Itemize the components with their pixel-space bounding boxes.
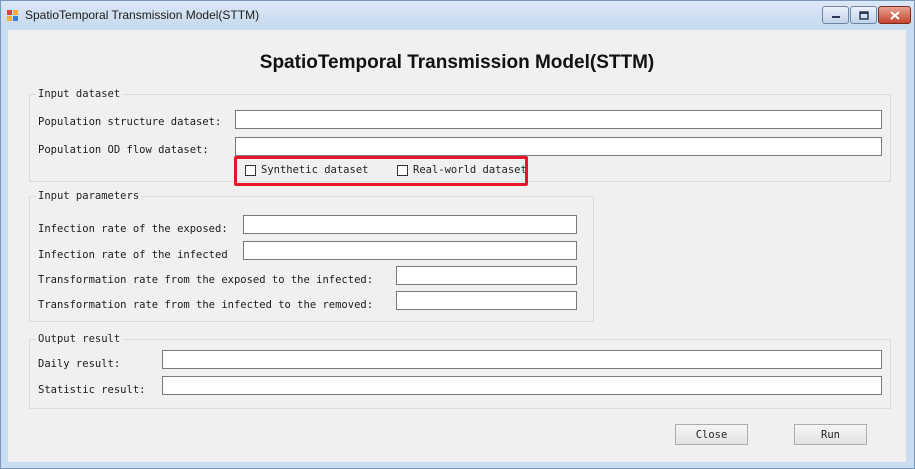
statistic-result-input[interactable] — [162, 376, 882, 395]
transform-exposed-label: Transformation rate from the exposed to … — [38, 274, 374, 286]
window-title: SpatioTemporal Transmission Model(STTM) — [25, 8, 260, 22]
title-bar[interactable]: SpatioTemporal Transmission Model(STTM) — [1, 1, 914, 29]
daily-result-label: Daily result: — [38, 358, 121, 370]
infection-infected-label: Infection rate of the infected — [38, 249, 228, 261]
app-window: SpatioTemporal Transmission Model(STTM) … — [0, 0, 915, 469]
transform-exposed-input[interactable] — [396, 266, 577, 285]
population-od-label: Population OD flow dataset: — [38, 144, 209, 156]
transform-infected-input[interactable] — [396, 291, 577, 310]
minimize-button[interactable] — [822, 6, 849, 24]
input-dataset-legend: Input dataset — [36, 88, 123, 101]
minimize-icon — [831, 16, 840, 18]
close-window-button[interactable] — [878, 6, 911, 24]
realworld-checkbox-label: Real-world dataset — [413, 164, 527, 176]
population-structure-label: Population structure dataset: — [38, 116, 222, 128]
input-parameters-legend: Input parameters — [36, 190, 142, 203]
synthetic-dataset-checkbox[interactable]: Synthetic dataset — [245, 164, 368, 176]
maximize-button[interactable] — [850, 6, 877, 24]
synthetic-checkbox-box[interactable] — [245, 164, 256, 176]
population-structure-input[interactable] — [235, 110, 882, 129]
output-result-legend: Output result — [36, 333, 123, 346]
transform-infected-label: Transformation rate from the infected to… — [38, 299, 374, 311]
run-button[interactable]: Run — [794, 424, 867, 445]
page-title: SpatioTemporal Transmission Model(STTM) — [259, 52, 655, 73]
realworld-checkbox-box[interactable] — [397, 164, 408, 176]
realworld-dataset-checkbox[interactable]: Real-world dataset — [397, 164, 527, 176]
close-icon — [889, 10, 900, 20]
app-icon — [7, 10, 19, 21]
infection-exposed-label: Infection rate of the exposed: — [38, 223, 228, 235]
statistic-result-label: Statistic result: — [38, 384, 146, 396]
close-button[interactable]: Close — [675, 424, 748, 445]
population-od-input[interactable] — [235, 137, 882, 156]
daily-result-input[interactable] — [162, 350, 882, 369]
infection-exposed-input[interactable] — [243, 215, 577, 234]
form-client-area: SpatioTemporal Transmission Model(STTM) … — [8, 30, 906, 462]
maximize-icon — [858, 10, 869, 20]
synthetic-checkbox-label: Synthetic dataset — [261, 164, 369, 176]
infection-infected-input[interactable] — [243, 241, 577, 260]
